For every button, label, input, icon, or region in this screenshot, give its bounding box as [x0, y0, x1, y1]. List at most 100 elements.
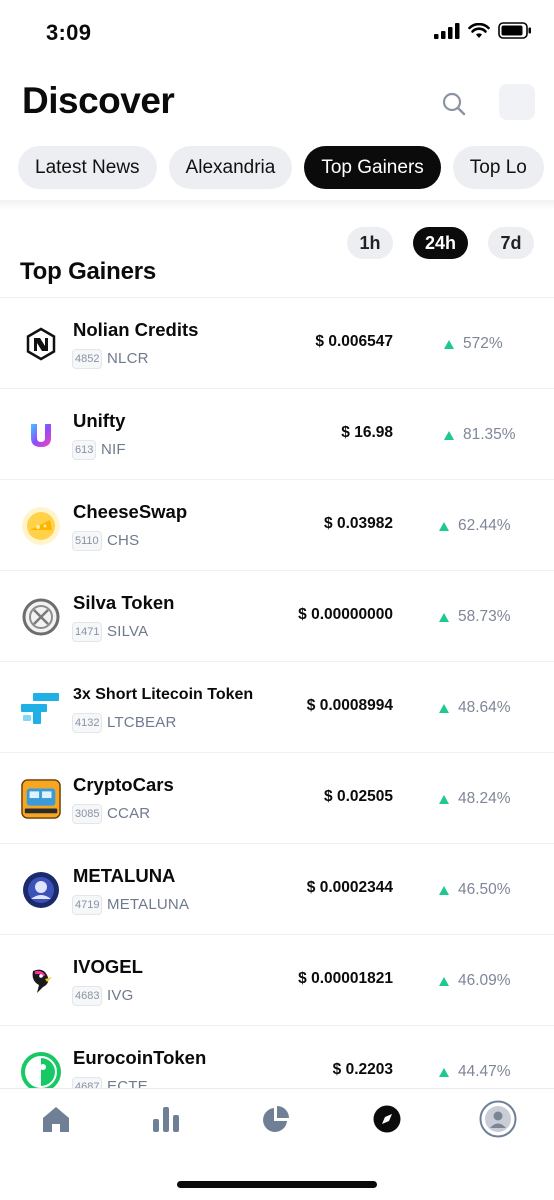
ltcbear-logo-icon	[21, 688, 61, 728]
change-value: 62.44%	[458, 517, 511, 534]
up-arrow-icon	[439, 521, 449, 531]
token-row[interactable]: Nolian Credits 4852 NLCR $ 0.006547 572%	[0, 297, 554, 388]
token-name: EurocoinToken	[73, 1047, 207, 1068]
token-change: 58.73%	[439, 608, 511, 626]
header-avatar-button[interactable]	[499, 84, 535, 120]
token-price: $ 0.00000000	[298, 606, 393, 623]
rank-badge: 4852	[72, 349, 103, 369]
up-arrow-icon	[439, 612, 449, 622]
token-name: METALUNA	[73, 865, 176, 886]
token-price: $ 0.2203	[332, 1061, 393, 1078]
token-symbol: CCAR	[107, 805, 151, 822]
tab-top-gainers[interactable]: Top Gainers	[304, 146, 441, 189]
wifi-icon	[468, 22, 490, 38]
up-arrow-icon	[439, 703, 449, 713]
rank-badge: 4132	[72, 713, 103, 733]
change-value: 48.24%	[458, 790, 511, 807]
unifty-logo-icon	[21, 415, 61, 455]
token-row[interactable]: 3x Short Litecoin Token 4132 LTCBEAR $ 0…	[0, 661, 554, 752]
token-row[interactable]: CryptoCars 3085 CCAR $ 0.02505 48.24%	[0, 752, 554, 843]
token-change: 572%	[444, 335, 503, 353]
status-time: 3:09	[46, 20, 92, 45]
header: Discover	[0, 64, 554, 140]
rank-badge: 4719	[72, 895, 103, 915]
period-selector: 1h 24h 7d	[346, 227, 534, 259]
pie-chart-icon	[263, 1106, 289, 1132]
token-symbol: SILVA	[107, 623, 149, 640]
token-row[interactable]: CheeseSwap 5110 CHS $ 0.03982 62.44%	[0, 479, 554, 570]
token-list: Nolian Credits 4852 NLCR $ 0.006547 572%…	[0, 297, 554, 1116]
token-symbol: IVG	[107, 987, 134, 1004]
token-symbol: NIF	[101, 441, 126, 458]
cheeseswap-logo-icon	[21, 506, 61, 546]
profile-icon	[479, 1100, 517, 1138]
nav-portfolio-button[interactable]	[256, 1099, 296, 1139]
category-tabs: Latest News Alexandria Top Gainers Top L…	[18, 146, 544, 189]
up-arrow-icon	[439, 1067, 449, 1077]
token-name: Unifty	[73, 410, 126, 431]
cryptocars-logo-icon	[21, 779, 61, 819]
change-value: 572%	[463, 335, 503, 352]
token-change: 62.44%	[439, 517, 511, 535]
token-name: Silva Token	[73, 592, 175, 613]
change-value: 81.35%	[463, 426, 516, 443]
rank-badge: 4683	[72, 986, 103, 1006]
section-title: Top Gainers	[20, 258, 157, 285]
rank-badge: 3085	[72, 804, 103, 824]
eurocoin-logo-icon	[21, 1052, 61, 1092]
up-arrow-icon	[444, 339, 454, 349]
token-symbol: LTCBEAR	[107, 714, 177, 731]
token-symbol: NLCR	[107, 350, 149, 367]
token-name: IVOGEL	[73, 956, 143, 977]
token-change: 48.24%	[439, 790, 511, 808]
change-value: 48.64%	[458, 699, 511, 716]
nav-home-button[interactable]	[36, 1099, 76, 1139]
token-price: $ 0.00001821	[298, 970, 393, 987]
token-row[interactable]: Silva Token 1471 SILVA $ 0.00000000 58.7…	[0, 570, 554, 661]
token-row[interactable]: IVOGEL 4683 IVG $ 0.00001821 46.09%	[0, 934, 554, 1025]
up-arrow-icon	[439, 976, 449, 986]
tabs-divider	[0, 200, 554, 210]
search-icon	[442, 92, 466, 116]
metaluna-logo-icon	[21, 870, 61, 910]
token-symbol: CHS	[107, 532, 140, 549]
tab-top-losers[interactable]: Top Lo	[452, 146, 544, 189]
token-change: 48.64%	[439, 699, 511, 717]
token-price: $ 0.0008994	[306, 697, 393, 714]
token-row[interactable]: Unifty 613 NIF $ 16.98 81.35%	[0, 388, 554, 479]
compass-icon	[373, 1105, 401, 1133]
change-value: 46.09%	[458, 972, 511, 989]
token-price: $ 0.006547	[315, 333, 393, 350]
period-7d-button[interactable]: 7d	[488, 227, 534, 259]
nav-markets-button[interactable]	[146, 1099, 186, 1139]
status-icons	[434, 22, 532, 39]
token-price: $ 0.0002344	[306, 879, 393, 896]
up-arrow-icon	[444, 430, 454, 440]
tab-latest-news[interactable]: Latest News	[18, 146, 157, 189]
rank-badge: 613	[72, 440, 97, 460]
search-button[interactable]	[436, 86, 472, 122]
token-price: $ 0.03982	[324, 515, 393, 532]
nolian-credits-logo-icon	[21, 324, 61, 364]
change-value: 44.47%	[458, 1063, 511, 1080]
home-indicator	[177, 1181, 377, 1188]
token-symbol: METALUNA	[107, 896, 190, 913]
rank-badge: 5110	[72, 531, 102, 551]
tab-alexandria[interactable]: Alexandria	[168, 146, 293, 189]
page-title: Discover	[22, 80, 175, 121]
token-price: $ 0.02505	[324, 788, 393, 805]
token-change: 81.35%	[444, 426, 516, 444]
token-change: 46.50%	[439, 881, 511, 899]
status-bar: 3:09	[0, 0, 554, 64]
period-1h-button[interactable]: 1h	[346, 227, 393, 259]
cellular-signal-icon	[434, 22, 460, 39]
change-value: 46.50%	[458, 881, 511, 898]
silva-token-logo-icon	[21, 597, 61, 637]
nav-profile-button[interactable]	[478, 1099, 518, 1139]
ivogel-logo-icon	[21, 961, 61, 1001]
nav-discover-button[interactable]	[367, 1099, 407, 1139]
period-24h-button[interactable]: 24h	[412, 227, 468, 259]
home-icon	[43, 1107, 69, 1132]
token-row[interactable]: METALUNA 4719 METALUNA $ 0.0002344 46.50…	[0, 843, 554, 934]
token-name: CheeseSwap	[73, 501, 188, 522]
